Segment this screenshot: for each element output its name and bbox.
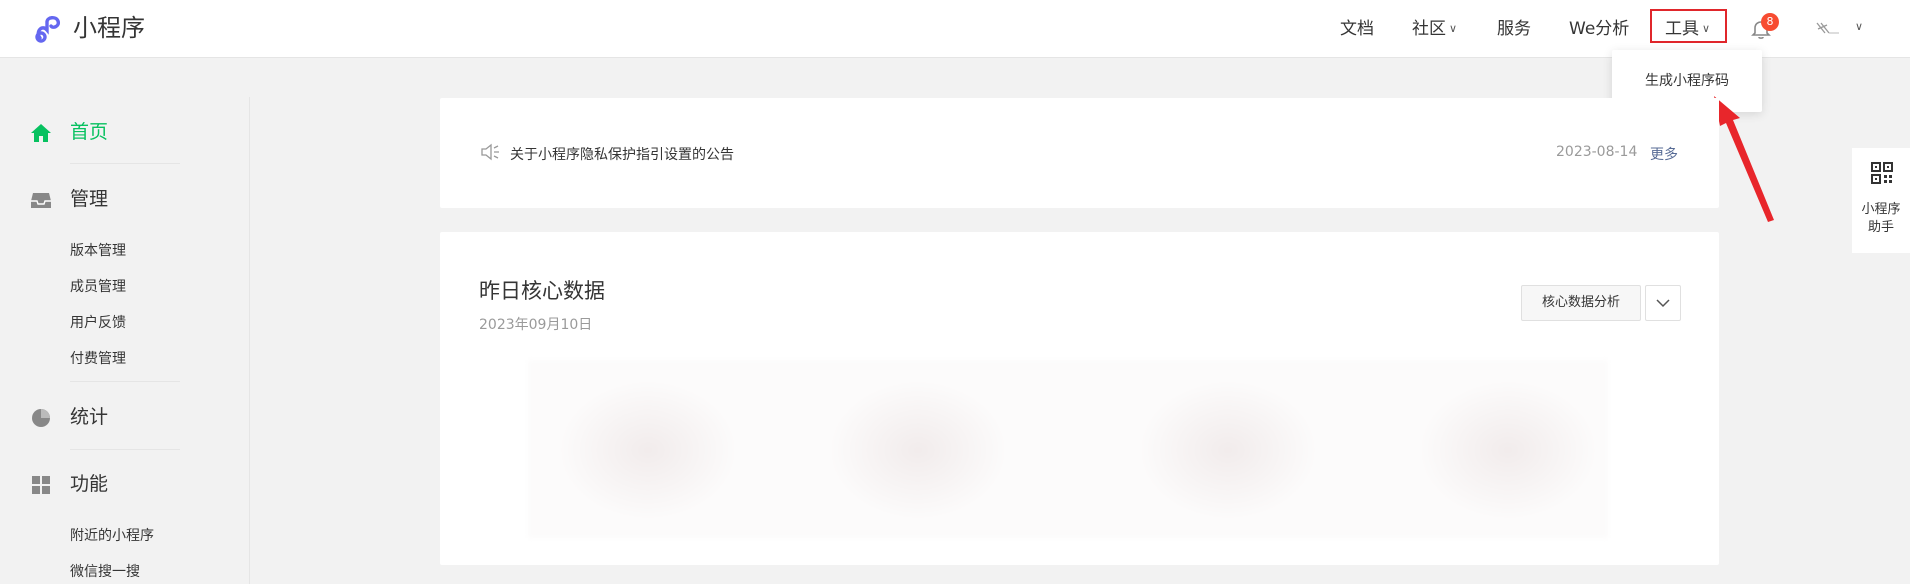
notification-badge: 8 bbox=[1761, 13, 1779, 31]
chevron-down-icon[interactable]: ∨ bbox=[1855, 20, 1863, 33]
pie-chart-icon bbox=[32, 409, 50, 427]
chevron-down-icon: ∨ bbox=[1702, 22, 1711, 35]
core-data-analysis-button[interactable]: 核心数据分析 bbox=[1521, 285, 1641, 321]
analysis-dropdown-button[interactable] bbox=[1645, 285, 1681, 321]
chevron-down-icon bbox=[1656, 299, 1670, 308]
assistant-label: 小程序 助手 bbox=[1861, 202, 1901, 235]
notice-link[interactable]: 关于小程序隐私保护指引设置的公告 bbox=[510, 144, 734, 164]
grid-icon bbox=[32, 476, 50, 494]
speaker-icon bbox=[481, 143, 499, 161]
dropdown-item-generate-code[interactable]: 生成小程序码 bbox=[1612, 70, 1762, 90]
qr-code-icon bbox=[1871, 162, 1893, 184]
sidebar-item-user-feedback[interactable]: 用户反馈 bbox=[70, 312, 126, 332]
core-data-title: 昨日核心数据 bbox=[479, 279, 605, 303]
chevron-down-icon: ∨ bbox=[1449, 22, 1458, 35]
nav-we-analysis[interactable]: We分析 bbox=[1569, 18, 1629, 40]
sidebar bbox=[0, 97, 250, 584]
miniprogram-assistant[interactable]: 小程序 助手 bbox=[1852, 148, 1910, 253]
sidebar-divider bbox=[70, 163, 180, 164]
sidebar-item-member-manage[interactable]: 成员管理 bbox=[70, 276, 126, 296]
notice-more-link[interactable]: 更多 bbox=[1650, 144, 1678, 164]
sidebar-item-nearby-miniprogram[interactable]: 附近的小程序 bbox=[70, 525, 154, 545]
nav-docs[interactable]: 文档 bbox=[1340, 18, 1374, 40]
nav-community[interactable]: 社区 ∨ bbox=[1412, 18, 1457, 40]
sidebar-item-version-manage[interactable]: 版本管理 bbox=[70, 240, 126, 260]
sidebar-divider bbox=[70, 449, 180, 450]
sidebar-item-wechat-search[interactable]: 微信搜一搜 bbox=[70, 561, 140, 581]
sidebar-item-payment-manage[interactable]: 付费管理 bbox=[70, 348, 126, 368]
inbox-icon bbox=[31, 193, 51, 208]
home-icon bbox=[31, 124, 51, 142]
notice-date: 2023-08-14 bbox=[1556, 144, 1638, 160]
nav-service[interactable]: 服务 bbox=[1497, 18, 1531, 40]
miniprogram-logo-icon[interactable] bbox=[32, 12, 66, 46]
nav-tools[interactable]: 工具 ∨ bbox=[1665, 18, 1710, 40]
sidebar-divider bbox=[70, 381, 180, 382]
brand-title: 小程序 bbox=[73, 14, 145, 42]
blurred-data-area bbox=[528, 360, 1608, 538]
core-data-date: 2023年09月10日 bbox=[479, 317, 593, 333]
avatar[interactable] bbox=[1815, 19, 1841, 39]
